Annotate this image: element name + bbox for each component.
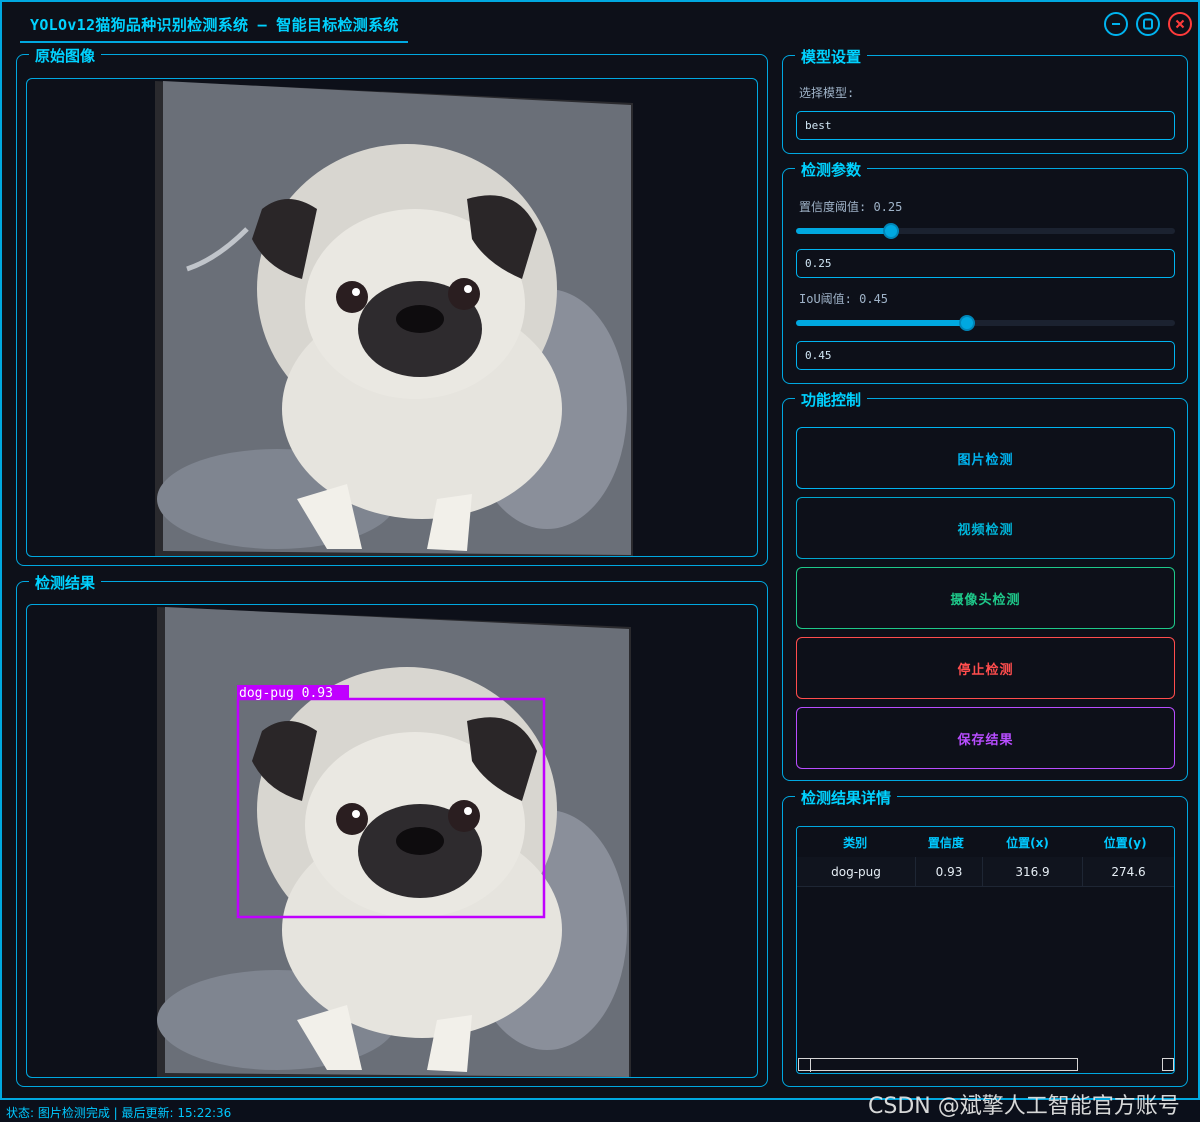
watermark: CSDN @斌擎人工智能官方账号 <box>868 1094 1180 1119</box>
original-image-frame <box>26 78 758 557</box>
main-window: YOLOv12猫狗品种识别检测系统 – 智能目标检测系统 原始图像 检测结果 d… <box>0 0 1200 1100</box>
function-control-title: 功能控制 <box>795 389 868 410</box>
detection-result-title: 检测结果 <box>29 572 102 593</box>
save-results-button[interactable]: 保存结果 <box>796 707 1175 769</box>
column-header-y[interactable]: 位置(y) <box>1076 827 1174 857</box>
scroll-left-arrow[interactable] <box>799 1059 811 1072</box>
column-header-x[interactable]: 位置(x) <box>979 827 1077 857</box>
column-header-class[interactable]: 类别 <box>797 827 913 857</box>
results-details-title: 检测结果详情 <box>795 787 898 808</box>
confidence-threshold-label: 置信度阈值: 0.25 <box>799 200 903 214</box>
cell-y: 274.6 <box>1111 864 1146 879</box>
table-header: 类别 置信度 位置(x) 位置(y) <box>797 827 1174 857</box>
camera-detect-button[interactable]: 摄像头检测 <box>796 567 1175 629</box>
cell-x: 316.9 <box>983 857 1083 886</box>
title-underline <box>20 41 408 43</box>
minimize-button[interactable] <box>1104 12 1128 36</box>
results-table: 类别 置信度 位置(x) 位置(y) dog-pug 0.93 316.9 27… <box>796 826 1175 1074</box>
image-detect-button[interactable]: 图片检测 <box>796 427 1175 489</box>
confidence-input[interactable]: 0.25 <box>796 249 1175 278</box>
scrollbar-corner <box>1162 1058 1174 1071</box>
scrollbar-track[interactable] <box>798 1058 1078 1072</box>
table-row[interactable]: dog-pug 0.93 316.9 274.6 <box>797 857 1174 887</box>
close-button[interactable] <box>1168 12 1192 36</box>
maximize-icon <box>1143 18 1153 30</box>
window-title: YOLOv12猫狗品种识别检测系统 – 智能目标检测系统 <box>30 16 399 34</box>
confidence-slider-fill <box>796 228 891 234</box>
minimize-icon <box>1112 23 1120 25</box>
confidence-slider[interactable] <box>796 223 1175 239</box>
confidence-slider-handle[interactable] <box>882 223 899 239</box>
iou-slider-handle[interactable] <box>958 315 975 331</box>
status-text: 状态: 图片检测完成 | 最后更新: 15:22:36 <box>6 1106 232 1120</box>
maximize-button[interactable] <box>1136 12 1160 36</box>
close-icon <box>1175 19 1185 29</box>
model-settings-title: 模型设置 <box>795 46 868 67</box>
detection-label: dog-pug 0.93 <box>239 686 333 701</box>
original-image <box>155 81 633 556</box>
horizontal-scrollbar[interactable] <box>798 1058 1174 1072</box>
result-image: dog-pug 0.93 <box>157 607 631 1077</box>
cell-class: dog-pug <box>797 857 916 886</box>
video-detect-button[interactable]: 视频检测 <box>796 497 1175 559</box>
cell-confidence: 0.93 <box>916 857 983 886</box>
result-image-frame: dog-pug 0.93 <box>26 604 758 1078</box>
iou-threshold-label: IoU阈值: 0.45 <box>799 292 889 306</box>
title-bar: YOLOv12猫狗品种识别检测系统 – 智能目标检测系统 <box>2 2 1198 43</box>
original-image-title: 原始图像 <box>29 45 102 66</box>
select-model-label: 选择模型: <box>799 86 855 100</box>
iou-slider-fill <box>796 320 967 326</box>
model-select[interactable]: best <box>796 111 1175 140</box>
detection-params-title: 检测参数 <box>795 159 868 180</box>
column-header-confidence[interactable]: 置信度 <box>913 827 978 857</box>
iou-slider[interactable] <box>796 315 1175 331</box>
stop-detect-button[interactable]: 停止检测 <box>796 637 1175 699</box>
iou-input[interactable]: 0.45 <box>796 341 1175 370</box>
